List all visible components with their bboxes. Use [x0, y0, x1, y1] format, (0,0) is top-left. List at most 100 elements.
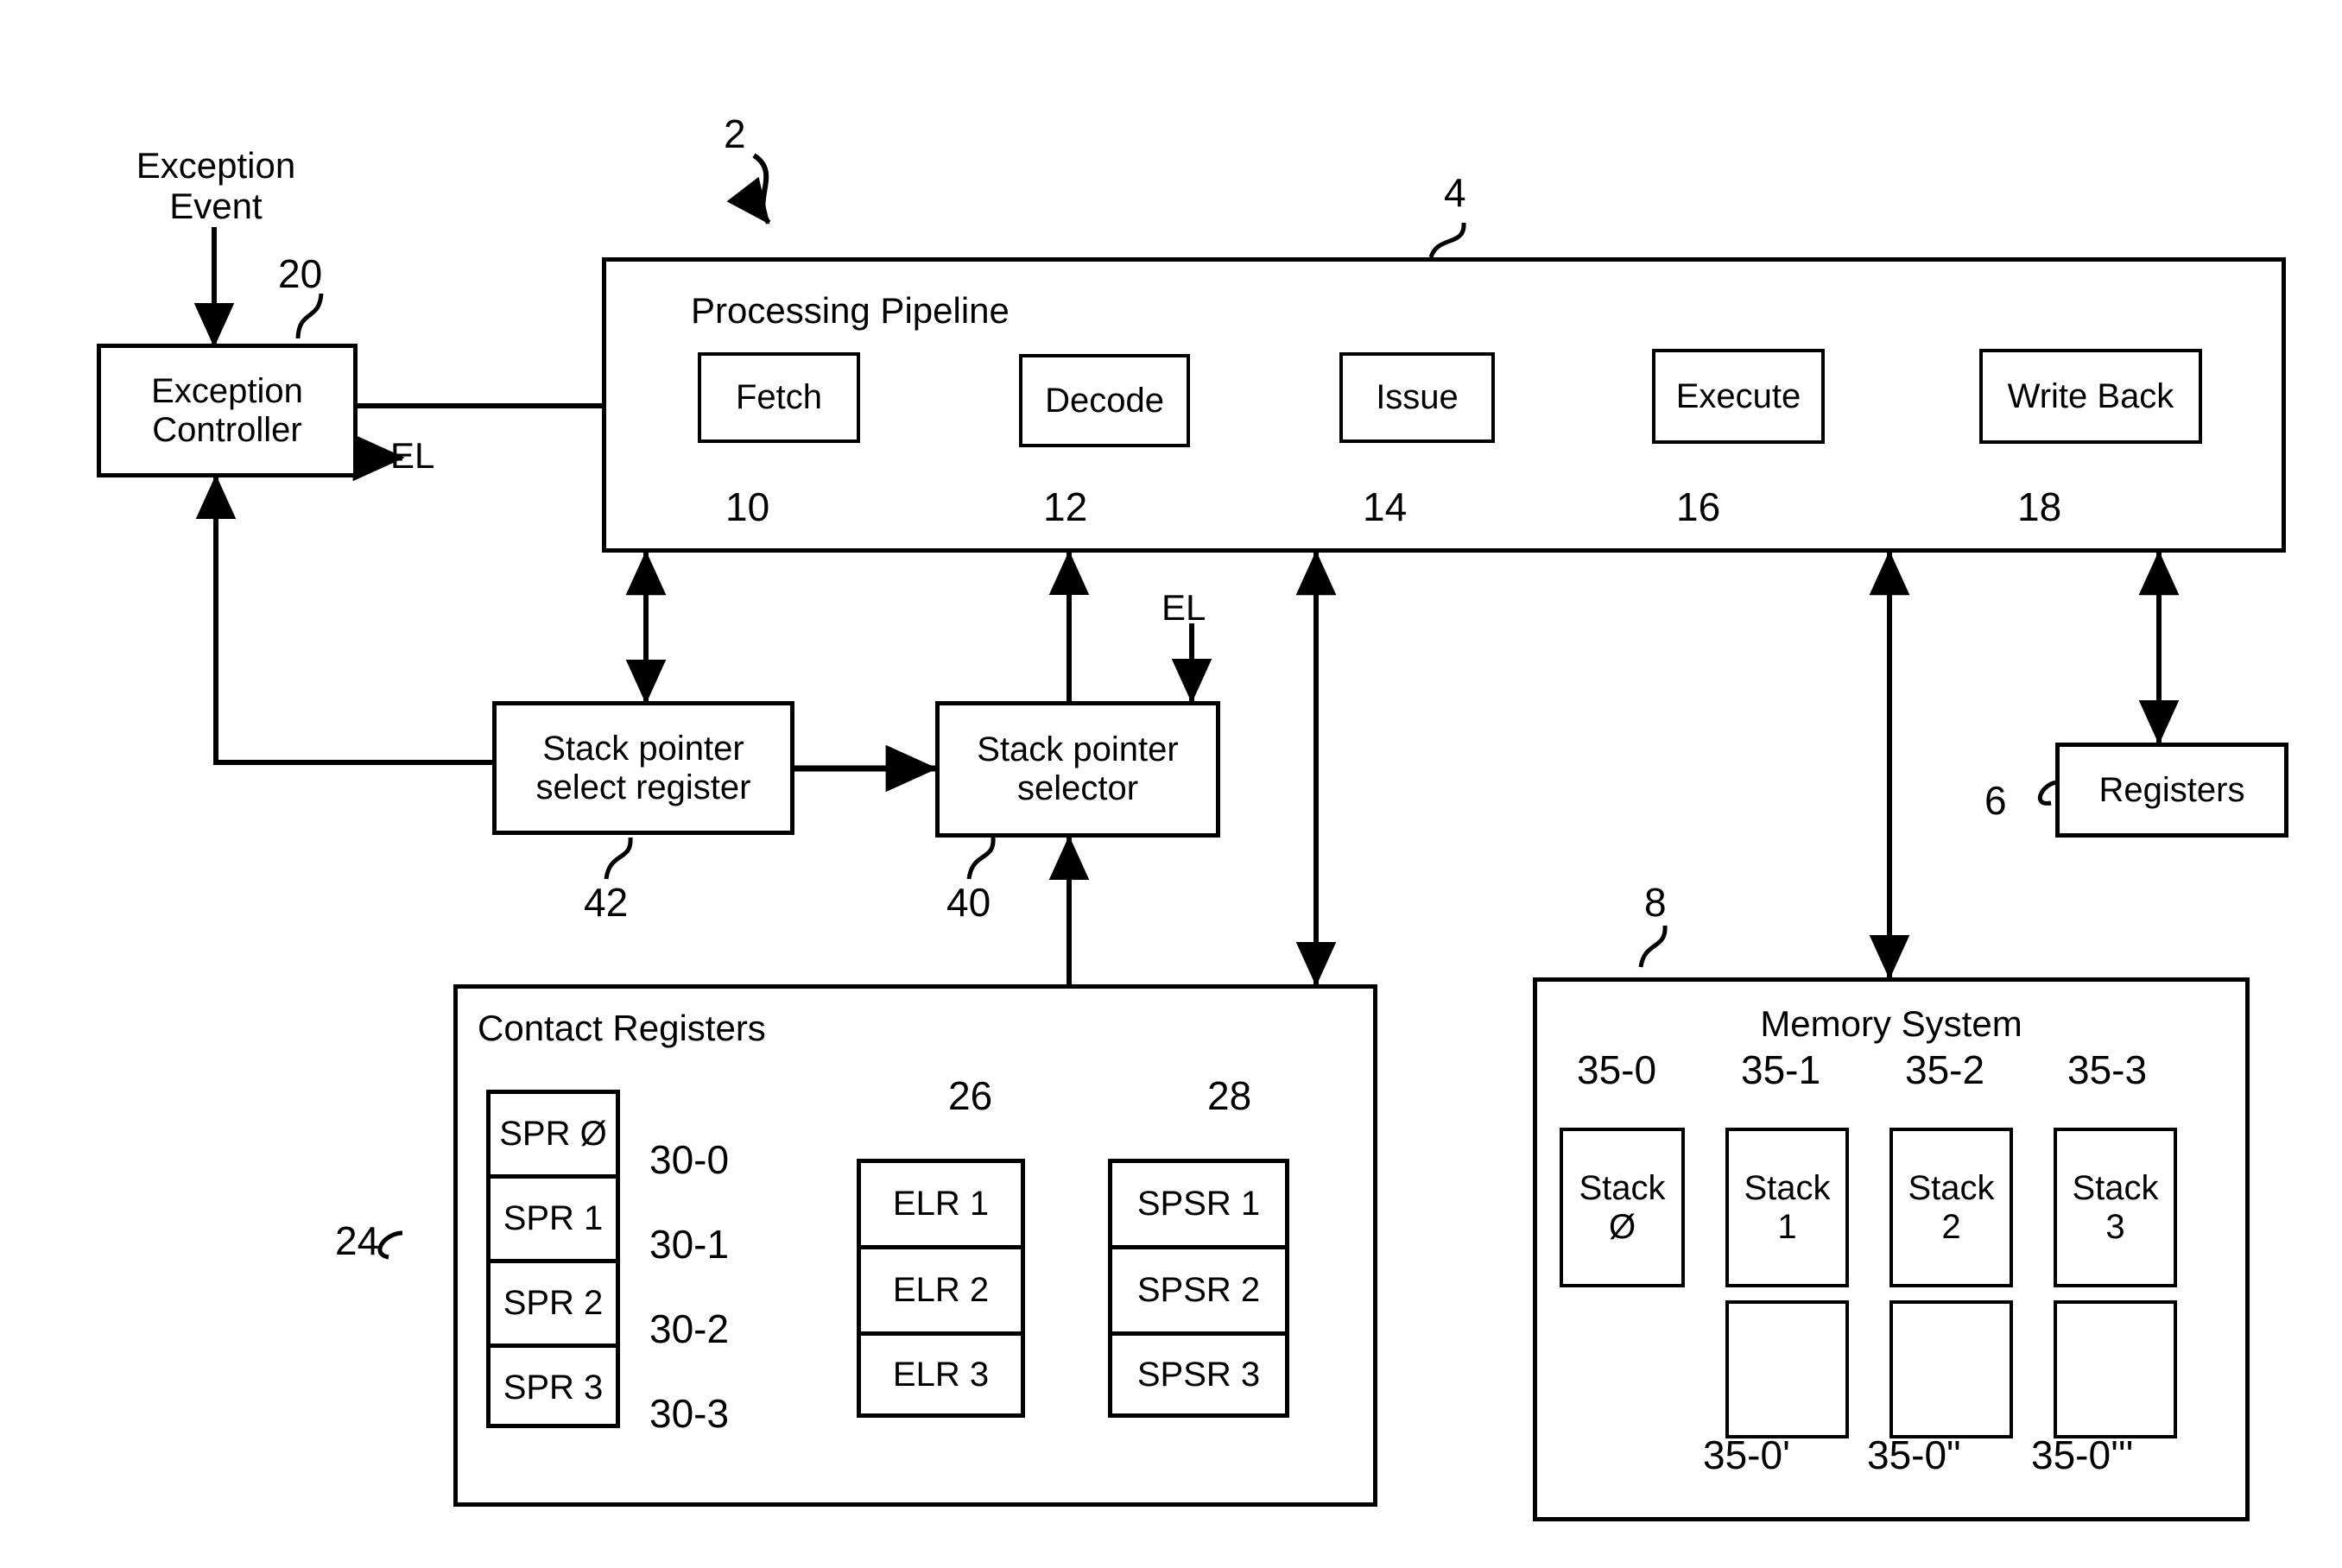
ref-12: 12	[1043, 484, 1088, 529]
pipeline-stage-write-back[interactable]: Write Back	[1979, 349, 2202, 444]
ref-30-0: 30-0	[649, 1137, 730, 1182]
stack-box-0[interactable]: Stack Ø	[1560, 1128, 1685, 1287]
pipeline-stage-issue[interactable]: Issue	[1339, 352, 1495, 443]
stack-pointer-select-register-box[interactable]: Stack pointer select register	[492, 701, 794, 835]
ref-2: 2	[724, 111, 746, 156]
spsr-row-1[interactable]: SPSR 2	[1112, 1249, 1285, 1336]
elr-bank[interactable]: ELR 1 ELR 2 ELR 3	[857, 1159, 1025, 1418]
ref-35-1: 35-1	[1741, 1047, 1821, 1092]
sp-select-register-line1: Stack pointer	[542, 729, 744, 768]
leader-8	[1638, 925, 1668, 968]
ref-40: 40	[946, 880, 991, 925]
stack-box-2-line1: Stack	[1908, 1168, 1995, 1207]
ref-4: 4	[1444, 170, 1466, 215]
sp-selector-line1: Stack pointer	[977, 730, 1179, 768]
pipeline-stage-execute-label: Execute	[1675, 376, 1801, 415]
spsr-row-0-label: SPSR 1	[1136, 1185, 1261, 1223]
pipeline-stage-execute[interactable]: Execute	[1652, 349, 1825, 444]
stack-box-3-line1: Stack	[2072, 1168, 2159, 1207]
elr-row-0[interactable]: ELR 1	[861, 1163, 1021, 1249]
ref-10: 10	[725, 484, 770, 529]
ref-30-3: 30-3	[649, 1391, 730, 1436]
stack-box-3[interactable]: Stack 3	[2054, 1128, 2177, 1287]
elr-row-2[interactable]: ELR 3	[861, 1336, 1021, 1413]
registers-box[interactable]: Registers	[2055, 743, 2288, 838]
ref-35-2: 35-2	[1905, 1047, 1985, 1092]
ref-35-0-prime: 35-0'	[1703, 1432, 1790, 1477]
spsr-row-1-label: SPSR 2	[1136, 1271, 1261, 1309]
spr-row-0-label: SPR Ø	[499, 1115, 607, 1153]
spr-bank[interactable]: SPR Ø SPR 1 SPR 2 SPR 3	[486, 1090, 620, 1428]
pipeline-stage-decode-label: Decode	[1045, 381, 1164, 420]
spr-row-0[interactable]: SPR Ø	[491, 1094, 616, 1179]
spr-row-1[interactable]: SPR 1	[491, 1179, 616, 1263]
stack-pointer-selector-box[interactable]: Stack pointer selector	[935, 701, 1220, 838]
el-label-selector: EL	[1162, 587, 1206, 628]
spr-row-3-label: SPR 3	[503, 1369, 604, 1407]
stack-box-1-line1: Stack	[1744, 1168, 1831, 1207]
sp-selector-line2: selector	[1016, 769, 1139, 807]
exception-event-line2: Event	[169, 186, 263, 227]
stack-box-1[interactable]: Stack 1	[1725, 1128, 1849, 1287]
exception-event-label: Exception Event	[112, 145, 320, 226]
leader-40	[966, 837, 996, 880]
ref-6: 6	[1984, 778, 2007, 823]
exception-controller-line1: Exception	[151, 371, 303, 410]
ref-30-1: 30-1	[649, 1222, 730, 1267]
ref-42: 42	[584, 880, 629, 925]
ref-35-0-dprime: 35-0"	[1867, 1432, 1961, 1477]
ref-16: 16	[1676, 484, 1721, 529]
el-label-controller: EL	[390, 435, 435, 476]
ref-28: 28	[1207, 1073, 1252, 1118]
exception-event-line1: Exception	[136, 145, 296, 186]
pipeline-stage-write-back-label: Write Back	[2007, 376, 2174, 415]
sp-select-register-line2: select register	[535, 768, 751, 806]
pipeline-stage-fetch-label: Fetch	[735, 378, 823, 416]
pipeline-stage-decode[interactable]: Decode	[1019, 354, 1190, 447]
ref-20: 20	[278, 251, 323, 296]
elr-row-2-label: ELR 3	[892, 1355, 990, 1394]
elr-row-0-label: ELR 1	[892, 1185, 990, 1223]
spr-row-2-label: SPR 2	[503, 1284, 604, 1322]
stack-box-0-line1: Stack	[1579, 1168, 1666, 1207]
ref-26: 26	[948, 1073, 993, 1118]
line-spsr-reg-to-controller	[195, 474, 492, 765]
stack-box-3-line2: 3	[2105, 1207, 2125, 1246]
pipeline-stage-fetch[interactable]: Fetch	[698, 352, 860, 443]
figure-canvas: Exception Event 20 Exception Controller …	[0, 0, 2342, 1568]
stack-empty-box-1[interactable]	[1889, 1300, 2013, 1438]
ref-14: 14	[1363, 484, 1408, 529]
stack-box-1-line2: 1	[1777, 1207, 1797, 1246]
leader-24	[377, 1230, 403, 1260]
ref-18: 18	[2017, 484, 2062, 529]
processing-pipeline-title: Processing Pipeline	[691, 290, 1010, 331]
spsr-row-0[interactable]: SPSR 1	[1112, 1163, 1285, 1249]
spsr-row-2-label: SPSR 3	[1136, 1355, 1261, 1394]
exception-controller-line2: Controller	[152, 410, 302, 449]
ref-35-0: 35-0	[1577, 1047, 1657, 1092]
memory-system-title: Memory System	[1760, 1003, 2022, 1044]
elr-row-1[interactable]: ELR 2	[861, 1249, 1021, 1336]
spsr-bank[interactable]: SPSR 1 SPSR 2 SPSR 3	[1108, 1159, 1289, 1418]
exception-controller-box[interactable]: Exception Controller	[97, 344, 358, 477]
leader-4	[1428, 222, 1466, 258]
spsr-row-2[interactable]: SPSR 3	[1112, 1336, 1285, 1413]
pipeline-stage-issue-label: Issue	[1376, 378, 1459, 416]
ref-35-3: 35-3	[2067, 1047, 2148, 1092]
leader-42	[604, 837, 633, 880]
registers-label: Registers	[2098, 770, 2245, 809]
ref-24: 24	[335, 1218, 380, 1263]
stack-box-0-line2: Ø	[1608, 1207, 1636, 1246]
stack-empty-box-0[interactable]	[1725, 1300, 1849, 1438]
spr-row-2[interactable]: SPR 2	[491, 1263, 616, 1348]
leader-20	[295, 293, 324, 339]
contact-registers-title: Contact Registers	[478, 1008, 766, 1048]
spr-row-3[interactable]: SPR 3	[491, 1348, 616, 1428]
stack-box-2[interactable]: Stack 2	[1889, 1128, 2013, 1287]
spr-row-1-label: SPR 1	[503, 1199, 604, 1237]
leader-2	[726, 153, 771, 224]
ref-8: 8	[1644, 880, 1667, 925]
elr-row-1-label: ELR 2	[892, 1271, 990, 1309]
stack-empty-box-2[interactable]	[2054, 1300, 2177, 1438]
ref-30-2: 30-2	[649, 1306, 730, 1351]
